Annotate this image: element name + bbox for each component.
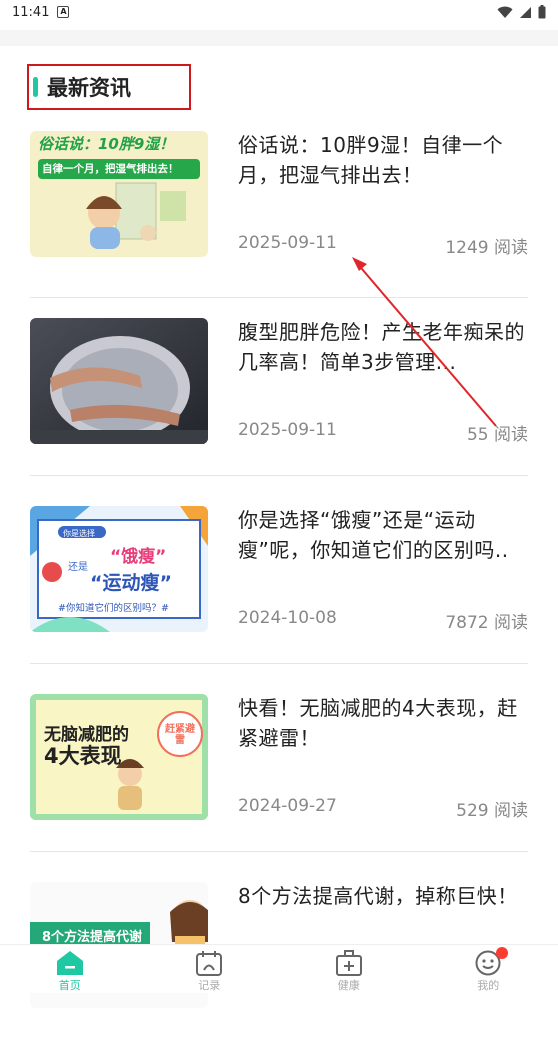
article-title: 你是选择“饿瘦”还是“运动瘦”呢，你知道它们的区别吗.. bbox=[238, 505, 528, 565]
article-date: 2025-09-11 bbox=[238, 233, 337, 253]
nav-item-record[interactable]: 记录 bbox=[140, 945, 280, 993]
article-item[interactable]: 腹型肥胖危险！产生老年痴呆的几率高！简单3步管理... 2025-09-11 5… bbox=[30, 288, 528, 476]
article-title: 腹型肥胖危险！产生老年痴呆的几率高！简单3步管理... bbox=[238, 317, 528, 377]
thumb-label: 8个方法提高代谢 bbox=[42, 926, 142, 945]
article-read-count: 529 阅读 bbox=[456, 796, 528, 821]
thumb-line-2: 4大表现 bbox=[44, 740, 122, 770]
a-icon: A bbox=[57, 6, 69, 18]
nav-item-home[interactable]: 首页 bbox=[0, 945, 140, 993]
thumb-word-2: “运动瘦” bbox=[90, 568, 172, 595]
nav-label-record: 记录 bbox=[198, 977, 220, 993]
thumb-tag: 你是选择 bbox=[63, 528, 95, 539]
notification-dot bbox=[496, 947, 508, 959]
cellular-icon bbox=[519, 6, 532, 19]
medkit-icon bbox=[334, 949, 364, 976]
section-header: 最新资讯 bbox=[27, 64, 191, 110]
article-date: 2025-09-11 bbox=[238, 420, 337, 440]
article-title: 俗话说：10胖9湿！自律一个月，把湿气排出去！ bbox=[238, 130, 528, 190]
calendar-icon bbox=[194, 949, 224, 976]
nav-label-health: 健康 bbox=[338, 977, 360, 993]
section-title: 最新资讯 bbox=[47, 72, 131, 102]
wifi-icon bbox=[497, 6, 513, 19]
article-thumbnail: 无脑减肥的 4大表现 赶紧避雷 bbox=[30, 694, 208, 820]
article-thumbnail: 俗话说：10胖9湿！ 自律一个月，把湿气排出去！ bbox=[30, 131, 208, 257]
article-read-count: 1249 阅读 bbox=[445, 233, 528, 258]
article-read-count: 55 阅读 bbox=[467, 420, 528, 445]
article-item[interactable]: 你是选择 “饿瘦” 还是 “运动瘦” #你知道它们的区别吗？# 你是选择“饿瘦”… bbox=[30, 476, 528, 664]
battery-icon bbox=[538, 5, 546, 19]
article-date: 2024-09-27 bbox=[238, 796, 337, 816]
thumb-word-1: “饿瘦” bbox=[110, 542, 166, 567]
top-band bbox=[0, 30, 558, 46]
article-date: 2024-10-08 bbox=[238, 608, 337, 628]
status-bar: 11:41 A bbox=[0, 0, 558, 24]
home-icon bbox=[55, 949, 85, 976]
nav-item-health[interactable]: 健康 bbox=[279, 945, 419, 993]
article-item[interactable]: 俗话说：10胖9湿！ 自律一个月，把湿气排出去！ 俗话说：10胖9湿！自律一个月… bbox=[30, 110, 528, 298]
article-title: 快看！无脑减肥的4大表现，赶紧避雷！ bbox=[238, 693, 528, 753]
thumb-foot: #你知道它们的区别吗？# bbox=[58, 600, 169, 614]
article-title: 8个方法提高代谢，掉称巨快！ bbox=[238, 881, 528, 911]
nav-label-home: 首页 bbox=[59, 977, 81, 993]
bottom-nav: 首页 记录 健康 我的 bbox=[0, 944, 558, 993]
thumb-stamp: 赶紧避雷 bbox=[161, 724, 199, 746]
thumb-subline: 自律一个月，把湿气排出去！ bbox=[42, 161, 179, 176]
nav-label-mine: 我的 bbox=[477, 977, 499, 993]
article-item[interactable]: 无脑减肥的 4大表现 赶紧避雷 快看！无脑减肥的4大表现，赶紧避雷！ 2024-… bbox=[30, 664, 528, 852]
thumb-headline: 俗话说：10胖9湿！ bbox=[38, 133, 174, 154]
article-read-count: 7872 阅读 bbox=[445, 608, 528, 633]
article-thumbnail bbox=[30, 318, 208, 444]
article-thumbnail: 你是选择 “饿瘦” 还是 “运动瘦” #你知道它们的区别吗？# bbox=[30, 506, 208, 632]
thumb-mid: 还是 bbox=[68, 558, 88, 573]
nav-item-mine[interactable]: 我的 bbox=[419, 945, 558, 993]
section-accent-bar bbox=[33, 77, 38, 97]
status-time: 11:41 bbox=[12, 5, 49, 20]
